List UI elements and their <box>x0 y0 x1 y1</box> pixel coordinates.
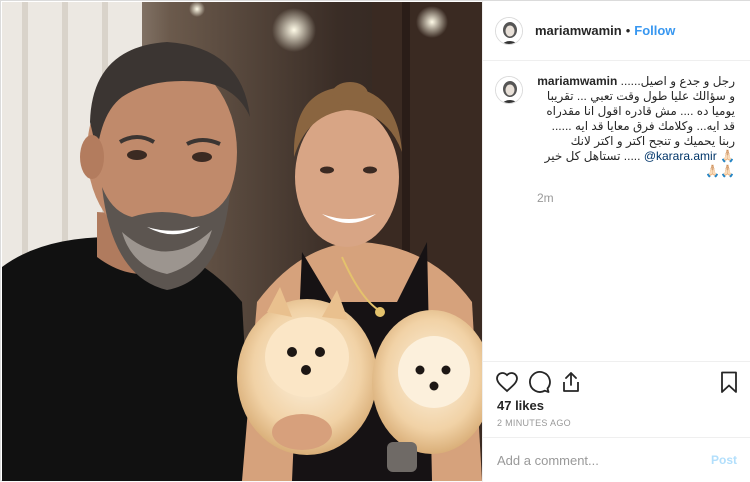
likes-count[interactable]: 47 likes <box>497 398 544 413</box>
post-timestamp[interactable]: 2 MINUTES AGO <box>497 418 571 428</box>
heart-icon[interactable] <box>495 370 519 394</box>
add-comment-bar: Post <box>483 437 750 482</box>
caption-time: 2m <box>537 191 554 205</box>
bookmark-icon[interactable] <box>717 370 741 394</box>
user-avatar-icon <box>496 77 522 103</box>
post-username[interactable]: mariamwamin <box>535 23 622 38</box>
separator-dot: • <box>625 23 631 38</box>
post-modal: mariamwamin • Follow mariamwamin رجل و ج… <box>0 0 750 482</box>
post-comment-button[interactable]: Post <box>711 453 737 467</box>
caption-text: mariamwamin رجل و جدع و اصيل...... و سؤا… <box>537 74 735 179</box>
caption-username[interactable]: mariamwamin <box>537 74 617 88</box>
post-photo-illustration <box>2 2 482 481</box>
post-photo[interactable] <box>2 2 482 481</box>
share-icon[interactable] <box>559 370 583 394</box>
comment-input[interactable] <box>497 452 711 468</box>
user-avatar-icon <box>496 17 522 44</box>
comment-icon[interactable] <box>527 370 551 394</box>
follow-button[interactable]: Follow <box>634 23 675 38</box>
post-header: mariamwamin • Follow <box>483 1 750 61</box>
post-details-panel: mariamwamin • Follow mariamwamin رجل و ج… <box>482 1 750 482</box>
avatar[interactable] <box>495 16 523 45</box>
avatar[interactable] <box>495 76 523 104</box>
caption-mention[interactable]: @karara.amir <box>644 149 717 163</box>
post-actions <box>483 361 750 401</box>
comments-area: mariamwamin رجل و جدع و اصيل...... و سؤا… <box>483 62 750 360</box>
caption-row: mariamwamin رجل و جدع و اصيل...... و سؤا… <box>495 74 735 205</box>
caption-block: mariamwamin رجل و جدع و اصيل...... و سؤا… <box>537 74 735 205</box>
